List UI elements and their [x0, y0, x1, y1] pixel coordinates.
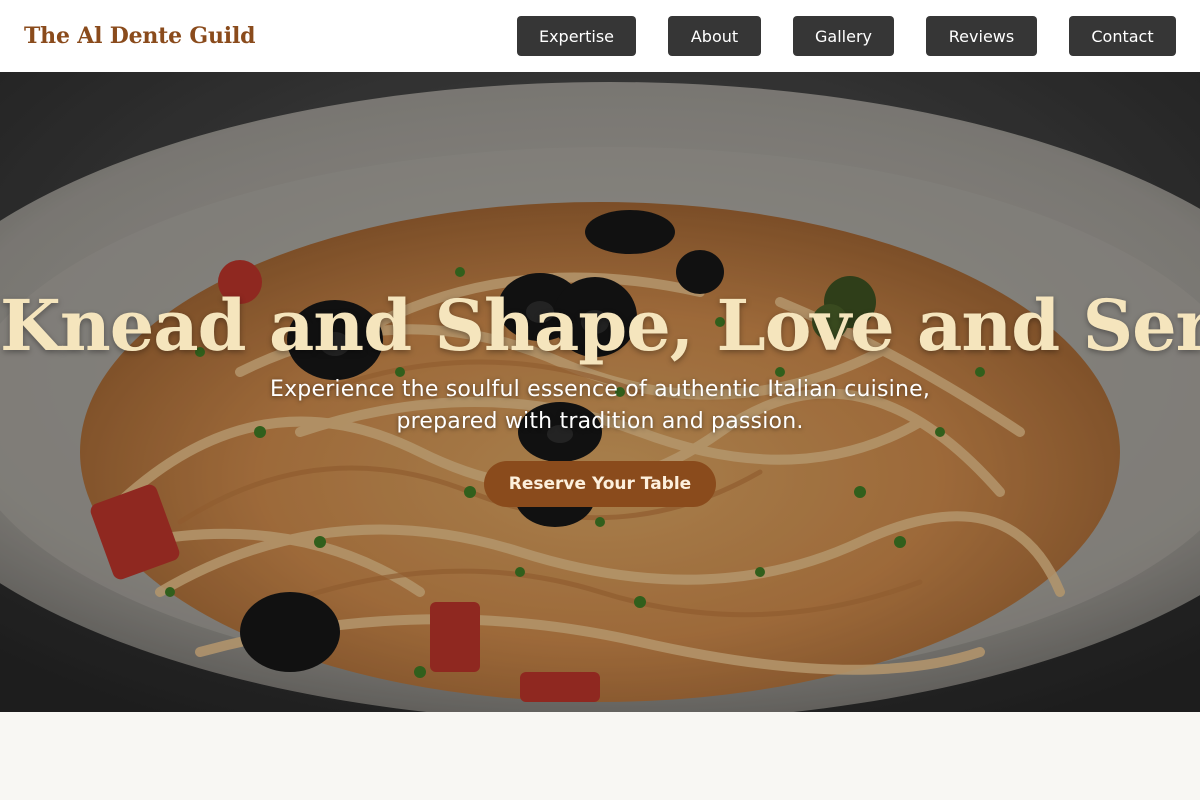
nav-gallery[interactable]: Gallery: [793, 16, 894, 56]
reserve-table-button[interactable]: Reserve Your Table: [484, 461, 716, 507]
site-header: The Al Dente Guild Expertise About Galle…: [0, 0, 1200, 72]
nav-reviews[interactable]: Reviews: [926, 16, 1037, 56]
nav-contact[interactable]: Contact: [1069, 16, 1176, 56]
nav-expertise[interactable]: Expertise: [517, 16, 636, 56]
brand-logo[interactable]: The Al Dente Guild: [24, 23, 255, 49]
next-section: [0, 712, 1200, 800]
hero-subtitle: Experience the soulful essence of authen…: [269, 377, 931, 434]
hero-title: Knead and Shape, Love and Serve.: [0, 284, 1200, 367]
hero-section: Knead and Shape, Love and Serve. Experie…: [0, 72, 1200, 712]
nav-about[interactable]: About: [668, 16, 761, 56]
